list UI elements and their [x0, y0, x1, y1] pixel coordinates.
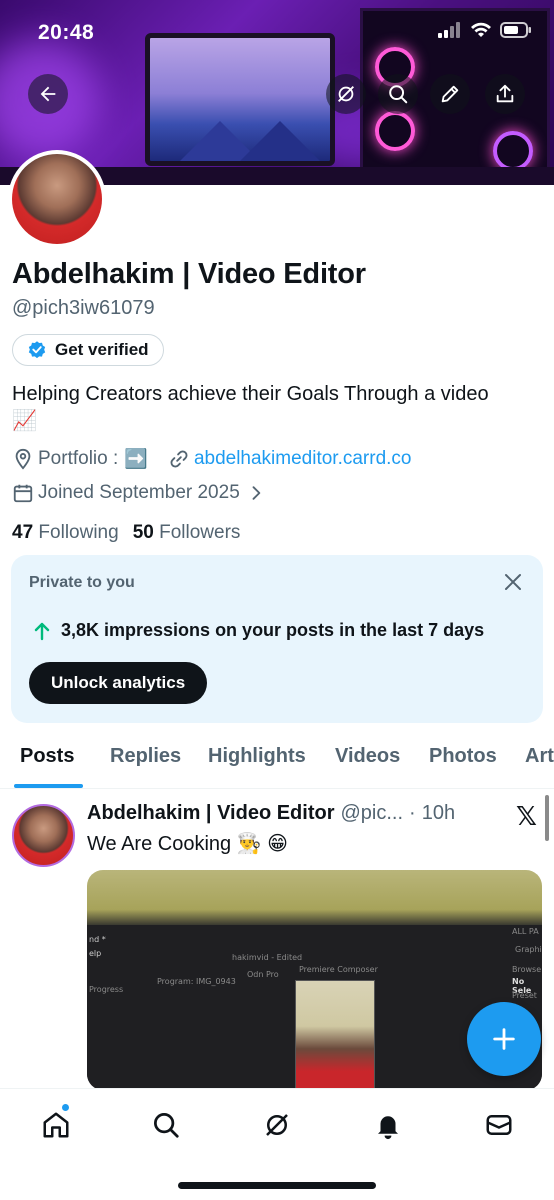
banner-monitor — [145, 33, 335, 166]
media-menu-text: elp — [89, 949, 102, 958]
media-side-label: Browse — [512, 965, 542, 974]
followers-label: Followers — [159, 522, 241, 543]
post-author-avatar[interactable] — [12, 804, 75, 867]
media-panel-label: Progress — [89, 985, 124, 994]
nav-notifications[interactable] — [368, 1105, 408, 1145]
verified-badge-icon — [28, 341, 46, 359]
edit-button[interactable] — [430, 74, 470, 114]
battery-icon — [500, 22, 531, 38]
banner-mountain — [240, 121, 320, 161]
nav-search[interactable] — [146, 1105, 186, 1145]
post-author-handle: @pic... — [340, 802, 404, 824]
get-verified-button[interactable]: Get verified — [12, 334, 164, 366]
share-icon — [496, 84, 514, 103]
back-arrow-icon — [40, 86, 56, 102]
location-icon — [15, 448, 31, 470]
website-link[interactable]: abdelhakimeditor.carrd.co — [194, 448, 412, 470]
tab-articles[interactable]: Art — [525, 745, 554, 768]
link-icon — [170, 450, 188, 468]
impressions-text: 3,8K impressions on your posts in the la… — [61, 620, 485, 640]
chevron-right-icon — [252, 486, 261, 500]
grok-icon — [338, 86, 354, 102]
unlock-analytics-button[interactable]: Unlock analytics — [29, 662, 208, 704]
avatar-image — [12, 154, 102, 244]
status-bar: 20:48 — [0, 18, 554, 48]
media-side-label: Preset — [512, 991, 537, 1000]
banner-fan — [375, 111, 415, 151]
post-separator: · — [409, 802, 416, 824]
followers-count: 50 — [132, 522, 154, 543]
profile-bio: Helping Creators achieve their Goals Thr… — [12, 381, 532, 435]
nav-grok[interactable] — [257, 1105, 297, 1145]
followers-link[interactable]: 50 Followers — [133, 522, 241, 544]
media-side-label: Graphics — [515, 945, 542, 954]
messages-icon — [486, 1115, 512, 1135]
status-icons — [438, 22, 532, 38]
signal-icon — [438, 22, 460, 38]
arrow-up-icon — [34, 622, 50, 640]
tab-posts[interactable]: Posts — [20, 745, 74, 768]
share-button[interactable] — [485, 74, 525, 114]
nav-messages[interactable] — [479, 1105, 519, 1145]
portfolio-label: Portfolio : — [38, 448, 119, 469]
home-notification-dot — [61, 1103, 70, 1112]
grok-button[interactable] — [326, 74, 366, 114]
post-text: We Are Cooking 👨‍🍳 😁 — [87, 833, 289, 855]
media-panel-label: Odn Pro — [247, 970, 279, 979]
edit-icon — [441, 85, 459, 103]
bio-emoji: 📈 — [12, 410, 37, 432]
tab-photos[interactable]: Photos — [429, 745, 497, 768]
joined-date: Joined September 2025 — [38, 482, 240, 503]
grok-icon — [266, 1114, 288, 1136]
joined-row[interactable]: Joined September 2025 — [12, 482, 266, 504]
private-card-title: Private to you — [29, 574, 135, 591]
impressions-row: 3,8K impressions on your posts in the la… — [33, 620, 484, 641]
media-side-label: ALL PA — [512, 927, 539, 936]
back-button[interactable] — [28, 74, 68, 114]
follow-stats: 47 Following 50 Followers — [12, 522, 240, 544]
home-icon — [43, 1112, 69, 1138]
nav-home[interactable] — [36, 1105, 76, 1145]
profile-handle: @pich3iw61079 — [12, 297, 155, 319]
media-menu-text: nd * — [89, 935, 106, 944]
media-project-name: hakimvid - Edited — [232, 953, 303, 962]
search-icon — [154, 1113, 179, 1138]
following-link[interactable]: 47 Following — [12, 522, 119, 544]
search-button[interactable] — [378, 74, 418, 114]
following-count: 47 — [12, 522, 34, 543]
active-tab-indicator — [14, 784, 83, 788]
close-button[interactable] — [501, 570, 525, 594]
profile-name: Abdelhakim | Video Editor — [12, 258, 366, 290]
tab-videos[interactable]: Videos — [335, 745, 400, 768]
profile-avatar[interactable] — [8, 150, 106, 248]
search-icon — [389, 85, 408, 104]
home-indicator — [178, 1182, 376, 1189]
tab-replies[interactable]: Replies — [110, 745, 181, 768]
tab-highlights[interactable]: Highlights — [208, 745, 306, 768]
scrollbar[interactable] — [545, 795, 549, 841]
notifications-icon — [378, 1116, 398, 1140]
media-panel-label: Program: IMG_0943 — [157, 977, 236, 986]
status-time: 20:48 — [38, 21, 95, 44]
post-header: Abdelhakim | Video Editor @pic... · 10h — [87, 802, 455, 825]
profile-meta-row: Portfolio : ➡️ abdelhakimeditor.carrd.co — [12, 447, 412, 471]
x-logo-icon: 𝕏 — [516, 801, 537, 831]
compose-post-button[interactable] — [467, 1002, 541, 1076]
bio-text: Helping Creators achieve their Goals Thr… — [12, 383, 489, 405]
profile-tabs: Posts Replies Highlights Videos Photos A… — [0, 735, 554, 789]
calendar-icon — [13, 484, 33, 503]
close-icon — [505, 574, 521, 590]
private-analytics-card: Private to you 3,8K impressions on your … — [11, 555, 543, 723]
portfolio-emoji: ➡️ — [124, 449, 148, 470]
media-video-preview — [295, 980, 375, 1090]
post-time: 10h — [421, 802, 456, 824]
post-author-name[interactable]: Abdelhakim | Video Editor — [87, 802, 335, 825]
banner-fan — [493, 131, 533, 171]
get-verified-label: Get verified — [55, 340, 149, 359]
following-label: Following — [38, 522, 119, 543]
media-panel-label: Premiere Composer — [299, 965, 378, 974]
wifi-icon — [471, 22, 491, 37]
plus-icon — [493, 1028, 515, 1050]
